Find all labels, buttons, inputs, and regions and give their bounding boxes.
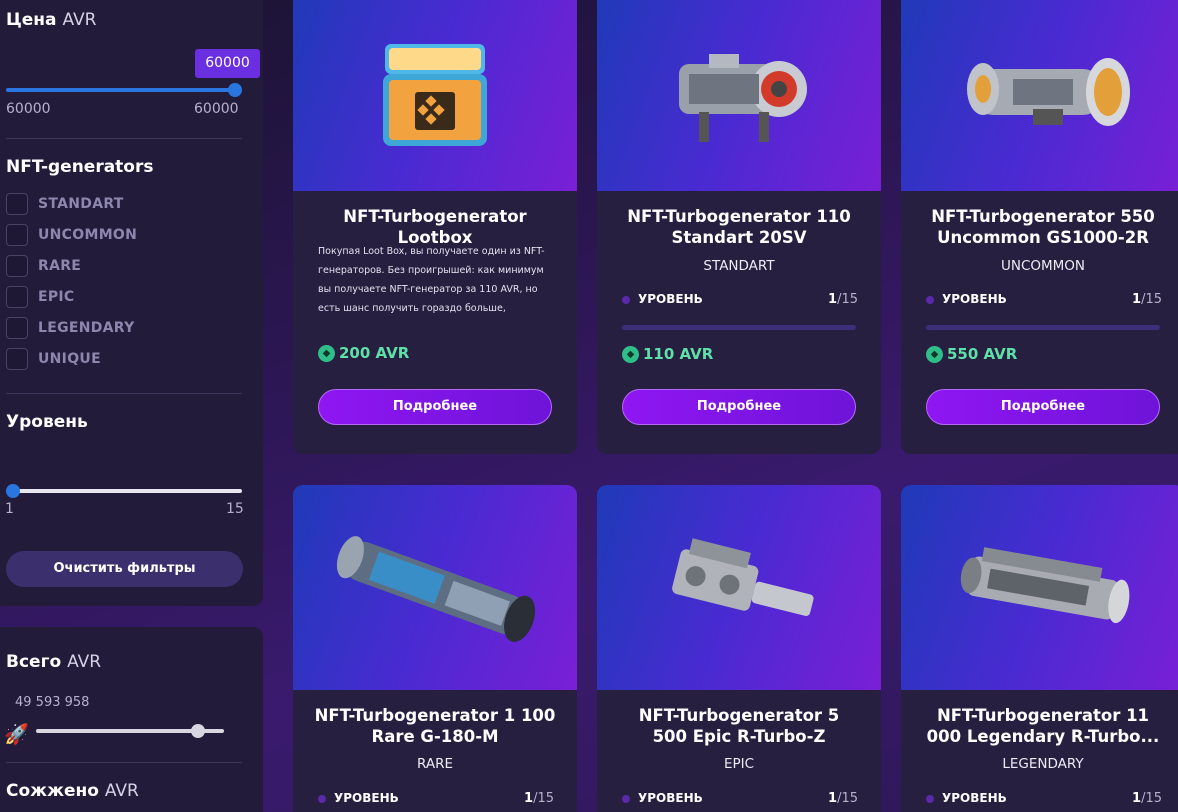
checkbox[interactable] <box>6 193 28 215</box>
price-slider-handle[interactable] <box>228 83 242 97</box>
filter-option-label: RARE <box>38 258 82 274</box>
filter-panel: Цена AVR 60000 60000 60000 NFT-generator… <box>0 0 263 606</box>
filter-option-unique[interactable]: UNIQUE <box>6 348 101 370</box>
checkbox[interactable] <box>6 348 28 370</box>
level-row: УРОВЕНЬ 1/15 <box>926 791 1162 807</box>
level-progress-bar <box>926 325 1160 330</box>
product-card-standart[interactable]: NFT-Turbogenerator 110 Standart 20SV STAN… <box>597 0 881 454</box>
details-button[interactable]: Подробнее <box>926 389 1160 425</box>
clear-filters-button[interactable]: Очистить фильтры <box>6 551 243 587</box>
product-rarity: EPIC <box>723 756 755 772</box>
checkbox[interactable] <box>6 317 28 339</box>
level-dot-icon <box>926 795 934 803</box>
filter-option-label: UNIQUE <box>38 351 101 367</box>
product-price: ◆ 110 AVR <box>622 344 713 364</box>
rocket-icon: 🚀 <box>4 722 29 746</box>
price-min-label: 60000 <box>6 101 51 117</box>
level-dot-icon <box>318 795 326 803</box>
turbogenerator-image <box>967 57 1130 126</box>
level-slider-min-handle[interactable] <box>6 484 20 498</box>
product-title: NFT-Turbogenerator 11 000 Legendary R-Tur… <box>926 706 1160 746</box>
price-slider-track[interactable] <box>6 88 238 92</box>
total-value: 49 593 958 <box>15 695 90 710</box>
price-filter-title: Цена AVR <box>6 10 97 30</box>
level-row: УРОВЕНЬ 1/15 <box>926 292 1162 308</box>
checkbox[interactable] <box>6 286 28 308</box>
product-rarity: LEGENDARY <box>1002 756 1084 772</box>
product-card-epic[interactable]: NFT-Turbogenerator 5 500 Epic R-Turbo-Z E… <box>597 485 881 812</box>
checkbox[interactable] <box>6 224 28 246</box>
filter-option-uncommon[interactable]: UNCOMMON <box>6 224 137 246</box>
coin-icon: ◆ <box>926 345 943 363</box>
product-title: NFT-Turbogenerator 110 Standart 20SV <box>627 207 851 247</box>
product-image <box>901 485 1178 690</box>
total-progress-knob <box>191 724 205 738</box>
filter-option-label: STANDART <box>38 196 124 212</box>
product-card-lootbox[interactable]: NFT-Turbogenerator Lootbox Покупая Loot B… <box>293 0 577 454</box>
level-dot-icon <box>926 296 934 304</box>
product-image <box>293 485 577 690</box>
product-card-rare[interactable]: NFT-Turbogenerator 1 100 Rare G-180-M RAR… <box>293 485 577 812</box>
turbogenerator-image <box>672 537 814 616</box>
level-min-label: 1 <box>5 501 14 517</box>
product-title: NFT-Turbogenerator 550 Uncommon GS1000-2R <box>931 207 1155 247</box>
filter-option-standart[interactable]: STANDART <box>6 193 124 215</box>
price-max-label: 60000 <box>194 101 239 117</box>
coin-icon: ◆ <box>318 344 335 362</box>
coin-icon: ◆ <box>622 345 639 363</box>
totals-panel: Всего AVR 49 593 958 🚀 Сожжено AVR <box>0 627 263 812</box>
product-rarity: RARE <box>417 756 453 772</box>
product-title: NFT-Turbogenerator 1 100 Rare G-180-M <box>314 706 556 746</box>
level-row: УРОВЕНЬ 1/15 <box>622 292 858 308</box>
product-image <box>901 0 1178 191</box>
filter-option-epic[interactable]: EPIC <box>6 286 75 308</box>
turbogenerator-image <box>679 53 807 142</box>
total-title: Всего AVR <box>6 652 102 672</box>
product-image <box>597 485 881 690</box>
level-slider-track[interactable] <box>6 489 242 493</box>
product-title: NFT-Turbogenerator 5 500 Epic R-Turbo-Z <box>638 706 840 746</box>
product-rarity: STANDART <box>703 258 775 274</box>
price-value-badge: 60000 <box>195 49 260 78</box>
checkbox[interactable] <box>6 255 28 277</box>
product-price: ◆ 200 AVR <box>318 343 409 363</box>
turbogenerator-image <box>960 546 1130 623</box>
product-image <box>293 0 577 191</box>
product-rarity: UNCOMMON <box>1000 258 1086 274</box>
level-row: УРОВЕНЬ 1/15 <box>622 791 858 807</box>
product-image <box>597 0 881 191</box>
filter-option-label: EPIC <box>38 289 75 305</box>
product-card-legendary[interactable]: NFT-Turbogenerator 11 000 Legendary R-Tur… <box>901 485 1178 812</box>
details-button[interactable]: Подробнее <box>622 389 856 425</box>
product-description: Покупая Loot Box, вы получаете один из N… <box>318 246 545 314</box>
level-dot-icon <box>622 296 630 304</box>
level-filter-title: Уровень <box>6 412 88 432</box>
level-progress-bar <box>622 325 856 330</box>
generators-filter-title: NFT-generators <box>6 157 154 177</box>
burned-title: Сожжено AVR <box>6 781 139 801</box>
filter-option-rare[interactable]: RARE <box>6 255 81 277</box>
divider <box>6 762 242 763</box>
divider <box>6 393 242 394</box>
filter-option-legendary[interactable]: LEGENDARY <box>6 317 135 339</box>
level-row: УРОВЕНЬ 1/15 <box>318 791 554 807</box>
filter-option-label: UNCOMMON <box>38 227 138 243</box>
product-card-uncommon[interactable]: NFT-Turbogenerator 550 Uncommon GS1000-2R… <box>901 0 1178 454</box>
level-max-label: 15 <box>226 501 244 517</box>
turbogenerator-image <box>336 535 536 642</box>
product-price: ◆ 550 AVR <box>926 344 1017 364</box>
details-button[interactable]: Подробнее <box>318 389 552 425</box>
divider <box>6 138 242 139</box>
lootbox-image <box>383 43 487 146</box>
level-dot-icon <box>622 795 630 803</box>
filter-option-label: LEGENDARY <box>38 320 135 336</box>
